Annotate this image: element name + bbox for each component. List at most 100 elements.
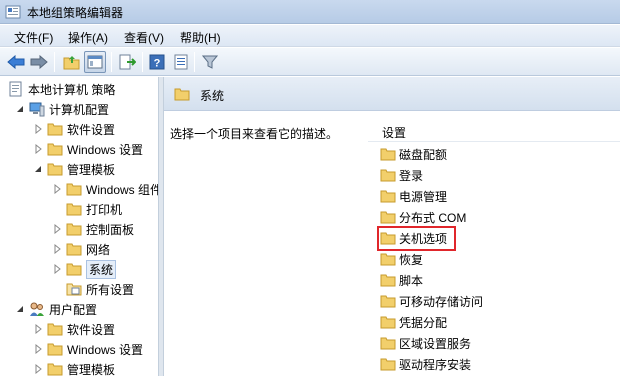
tree-item-label: 打印机	[86, 202, 123, 217]
tree-item-label: 控制面板	[86, 222, 135, 237]
collapsed-arrow-icon	[54, 244, 61, 254]
folder-icon	[380, 190, 396, 203]
window-title: 本地组策略编辑器	[27, 6, 124, 20]
folder-icon	[380, 148, 396, 161]
export-list-button[interactable]	[116, 51, 138, 73]
filter-button[interactable]	[199, 51, 221, 73]
menu-view[interactable]: 查看(V)	[124, 29, 164, 46]
tree-item-label: Windows 设置	[67, 342, 144, 357]
tree-item-network[interactable]: 网络	[52, 239, 110, 259]
toolbar: ?	[0, 48, 620, 76]
folder-icon	[380, 337, 396, 350]
toolbar-separator	[54, 52, 55, 72]
content-header-title: 系统	[200, 89, 225, 103]
forward-button[interactable]	[28, 51, 50, 73]
folder-icon	[47, 123, 63, 136]
menu-file[interactable]: 文件(F)	[14, 29, 53, 46]
folder-icon	[380, 316, 396, 329]
tree-item-computer-config[interactable]: 计算机配置	[15, 99, 109, 119]
show-hide-tree-button[interactable]	[84, 51, 106, 73]
title-bar: 本地组策略编辑器	[0, 0, 620, 24]
description-pane: 选择一个项目来查看它的描述。	[164, 111, 368, 376]
tree-item-windows-settings[interactable]: Windows 设置	[33, 139, 143, 159]
expanded-arrow-icon	[17, 306, 23, 312]
tree-item-local-policy[interactable]: 本地计算机 策略	[8, 79, 115, 99]
computer-icon	[29, 102, 45, 117]
back-button[interactable]	[5, 51, 27, 73]
tree-item-label: 网络	[86, 242, 111, 257]
list-item[interactable]: 区域设置服务	[380, 333, 471, 353]
list-item-label: 凭据分配	[399, 315, 448, 330]
tree-item-windows-components[interactable]: Windows 组件	[52, 179, 158, 199]
tree-item-user-admin-templates[interactable]: 管理模板	[33, 359, 115, 376]
menu-help[interactable]: 帮助(H)	[180, 29, 221, 46]
navigation-tree: 本地计算机 策略 计算机配置 软件设置 Windows 设置 管理模板 Wind…	[0, 77, 158, 376]
collapsed-arrow-icon	[35, 364, 42, 374]
list-item-label: 区域设置服务	[399, 336, 472, 351]
tree-item-user-config[interactable]: 用户配置	[15, 299, 97, 319]
list-item[interactable]: 可移动存储访问	[380, 291, 483, 311]
up-folder-icon	[63, 56, 80, 70]
list-item[interactable]: 分布式 COM	[380, 207, 466, 227]
list-item-label: 驱动程序安装	[399, 357, 472, 372]
all-settings-icon	[66, 283, 82, 296]
tree-item-printers[interactable]: 打印机	[66, 199, 122, 219]
collapsed-arrow-icon	[35, 344, 42, 354]
folder-icon	[380, 169, 396, 182]
tree-item-user-windows-settings[interactable]: Windows 设置	[33, 339, 143, 359]
folder-icon	[47, 363, 63, 376]
list-item[interactable]: 电源管理	[380, 186, 447, 206]
up-level-button[interactable]	[61, 51, 83, 73]
folder-icon	[66, 243, 82, 256]
tree-item-control-panel[interactable]: 控制面板	[52, 219, 134, 239]
content-header: 系统	[164, 77, 620, 111]
toolbar-separator	[194, 52, 195, 72]
tree-item-label: 用户配置	[49, 302, 98, 317]
folder-icon	[66, 183, 82, 196]
tree-item-user-software-settings[interactable]: 软件设置	[33, 319, 115, 339]
folder-icon	[380, 274, 396, 287]
list-item[interactable]: 登录	[380, 165, 423, 185]
list-item[interactable]: 恢复	[380, 249, 423, 269]
folder-icon	[47, 343, 63, 356]
folder-icon	[380, 295, 396, 308]
forward-arrow-icon	[30, 55, 48, 69]
folder-icon	[380, 211, 396, 224]
expanded-arrow-icon	[35, 166, 41, 172]
folder-icon	[380, 253, 396, 266]
collapsed-arrow-icon	[35, 144, 42, 154]
back-arrow-icon	[7, 55, 25, 69]
toolbar-separator	[142, 52, 143, 72]
collapsed-arrow-icon	[54, 184, 61, 194]
tree-item-label: 系统	[86, 259, 117, 279]
list-item[interactable]: 凭据分配	[380, 312, 447, 332]
list-item-label: 分布式 COM	[399, 210, 467, 225]
help-button[interactable]: ?	[146, 51, 168, 73]
tree-item-label: 计算机配置	[49, 102, 110, 117]
tree-item-admin-templates[interactable]: 管理模板	[33, 159, 115, 179]
menu-action[interactable]: 操作(A)	[68, 29, 108, 46]
policy-document-icon	[9, 81, 22, 97]
export-list-icon	[119, 54, 136, 70]
folder-icon	[47, 143, 63, 156]
collapsed-arrow-icon	[54, 264, 61, 274]
show-hide-tree-icon	[87, 55, 103, 69]
list-item[interactable]: 脚本	[380, 270, 423, 290]
list-item[interactable]: 驱动程序安装	[380, 354, 471, 374]
list-item[interactable]: 磁盘配额	[380, 144, 447, 164]
folder-icon	[66, 263, 82, 276]
list-item-label: 恢复	[399, 252, 424, 267]
list-item-label: 电源管理	[399, 189, 448, 204]
details-button[interactable]	[170, 51, 192, 73]
collapsed-arrow-icon	[35, 124, 42, 134]
tree-item-all-settings[interactable]: 所有设置	[66, 279, 134, 299]
folder-icon	[380, 358, 396, 371]
description-text: 选择一个项目来查看它的描述。	[170, 127, 339, 141]
tree-item-system[interactable]: 系统	[52, 259, 117, 279]
folder-icon	[66, 203, 82, 216]
tree-item-software-settings[interactable]: 软件设置	[33, 119, 115, 139]
column-header-settings[interactable]: 设置	[382, 124, 406, 141]
tree-item-label: 管理模板	[67, 162, 116, 177]
expanded-arrow-icon	[17, 106, 23, 112]
tree-item-label: 软件设置	[67, 122, 116, 137]
